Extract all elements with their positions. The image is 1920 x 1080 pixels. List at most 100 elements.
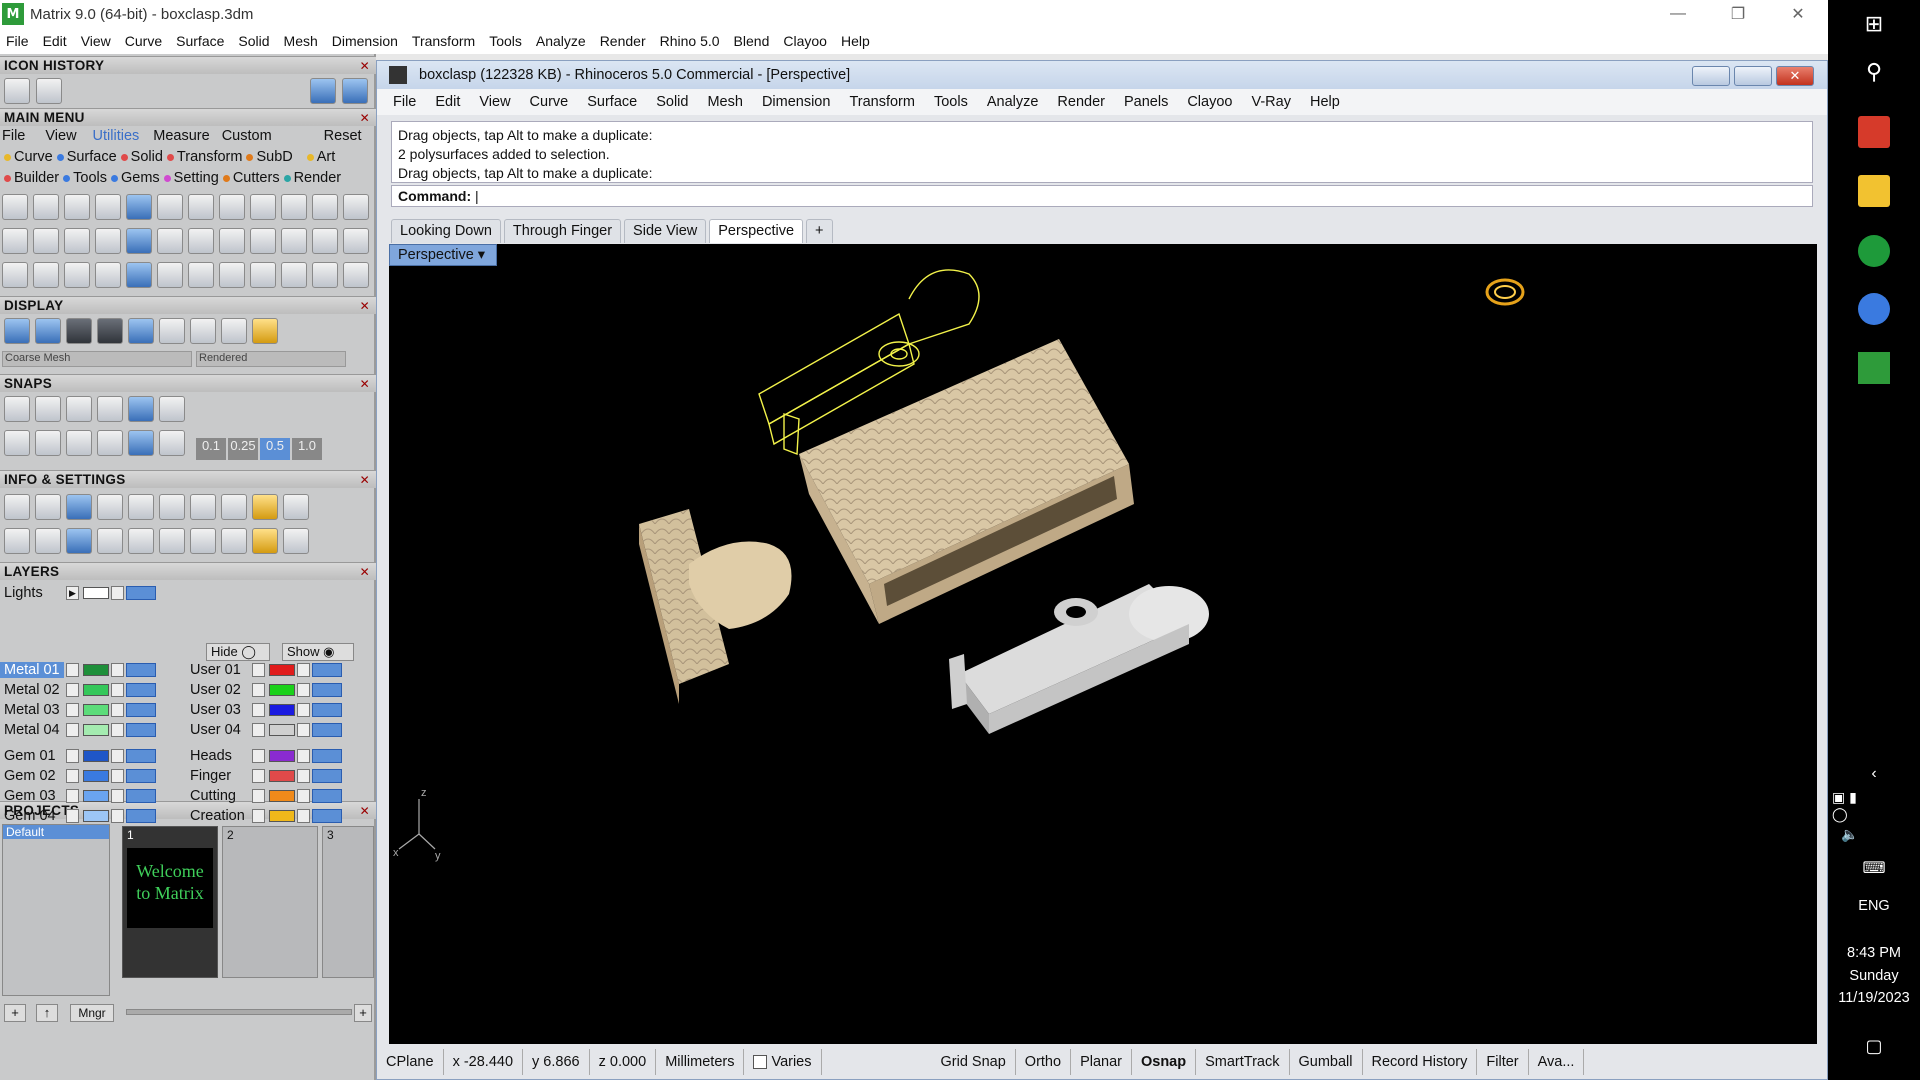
lock-icon[interactable] <box>297 789 310 803</box>
status-y-6-866[interactable]: y 6.866 <box>523 1049 590 1075</box>
layer-row[interactable]: User 04 <box>186 721 342 739</box>
layer-color[interactable] <box>269 704 295 716</box>
hinge-bracket-part[interactable] <box>639 509 792 704</box>
display-icon[interactable] <box>97 318 123 344</box>
mm-setting[interactable]: Setting <box>174 170 219 186</box>
tool-icon[interactable] <box>64 194 90 220</box>
mm-cutters[interactable]: Cutters <box>233 170 280 186</box>
play-icon[interactable] <box>252 809 265 823</box>
layer-name[interactable]: User 02 <box>186 682 250 698</box>
snap-icon[interactable] <box>35 430 61 456</box>
layer-name[interactable]: Gem 02 <box>0 768 64 784</box>
layer-row[interactable]: Gem 03 <box>0 787 156 805</box>
layer-row[interactable]: Gem 01 <box>0 747 156 765</box>
layer-visibility[interactable] <box>126 703 156 717</box>
settings-icon[interactable] <box>159 528 185 554</box>
layer-visibility[interactable] <box>126 789 156 803</box>
play-icon[interactable] <box>66 723 79 737</box>
keyboard-icon[interactable]: ⌨ <box>1858 852 1890 884</box>
display-mode-select[interactable]: Rendered <box>196 351 346 367</box>
rhino-menu-view[interactable]: View <box>479 94 510 110</box>
rhino-menu-clayoo[interactable]: Clayoo <box>1187 94 1232 110</box>
display-icon[interactable] <box>252 318 278 344</box>
settings-icon[interactable] <box>66 494 92 520</box>
mm-tab-file[interactable]: File <box>2 128 25 144</box>
display-icon[interactable] <box>128 318 154 344</box>
close-icon[interactable]: ✕ <box>360 57 370 75</box>
snap-value-1[interactable]: 0.25 <box>228 438 258 460</box>
lock-icon[interactable] <box>297 703 310 717</box>
tool-icon[interactable] <box>33 262 59 288</box>
layer-name[interactable]: Heads <box>186 748 250 764</box>
add-slot-icon[interactable]: + <box>354 1004 372 1022</box>
lock-icon[interactable] <box>111 723 124 737</box>
layer-color[interactable] <box>269 770 295 782</box>
layer-name[interactable]: User 04 <box>186 722 250 738</box>
lock-icon[interactable] <box>111 769 124 783</box>
layer-name[interactable]: Gem 03 <box>0 788 64 804</box>
arrow-right-icon[interactable] <box>342 78 368 104</box>
lock-icon[interactable] <box>297 769 310 783</box>
layer-row[interactable]: User 02 <box>186 681 342 699</box>
history-grid-icon[interactable] <box>4 78 30 104</box>
layer-color[interactable] <box>83 724 109 736</box>
tool-icon[interactable] <box>250 262 276 288</box>
play-icon[interactable] <box>252 769 265 783</box>
menu-render[interactable]: Render <box>600 33 646 49</box>
close-icon[interactable]: ✕ <box>360 471 370 489</box>
tool-icon[interactable] <box>33 228 59 254</box>
tool-icon[interactable] <box>33 194 59 220</box>
settings-icon[interactable] <box>35 528 61 554</box>
menu-edit[interactable]: Edit <box>43 33 67 49</box>
tab-side-view[interactable]: Side View <box>624 219 707 243</box>
box-body-part[interactable] <box>799 339 1134 624</box>
layer-row[interactable]: User 01 <box>186 661 342 679</box>
layer-visibility[interactable] <box>126 809 156 823</box>
layer-color[interactable] <box>269 664 295 676</box>
tab-looking-down[interactable]: Looking Down <box>391 219 501 243</box>
tool-icon[interactable] <box>312 262 338 288</box>
layer-lights[interactable]: Lights <box>0 585 64 601</box>
language-indicator[interactable]: ENG <box>1828 898 1920 914</box>
layer-color[interactable] <box>83 684 109 696</box>
layer-visibility[interactable] <box>126 586 156 600</box>
layer-color[interactable] <box>269 684 295 696</box>
tool-icon[interactable] <box>343 194 369 220</box>
lever-part[interactable] <box>949 584 1209 734</box>
rhino-menu-panels[interactable]: Panels <box>1124 94 1168 110</box>
chevron-left-icon[interactable]: ‹ <box>1858 758 1890 790</box>
layer-row[interactable]: Metal 03 <box>0 701 156 719</box>
settings-icon[interactable] <box>283 494 309 520</box>
layer-visibility[interactable] <box>126 769 156 783</box>
layer-visibility[interactable] <box>312 723 342 737</box>
layer-name[interactable]: Metal 04 <box>0 722 64 738</box>
layer-row[interactable]: User 03 <box>186 701 342 719</box>
volume-icon[interactable]: 🔈 <box>1834 818 1866 850</box>
file-explorer-icon[interactable] <box>1858 175 1890 207</box>
rhino-menu-curve[interactable]: Curve <box>530 94 569 110</box>
rhino-restore-button[interactable] <box>1734 66 1772 86</box>
tool-icon[interactable] <box>157 262 183 288</box>
snap-icon[interactable] <box>66 430 92 456</box>
layer-visibility[interactable] <box>312 749 342 763</box>
play-icon[interactable] <box>252 683 265 697</box>
tab-through-finger[interactable]: Through Finger <box>503 219 622 243</box>
layer-name[interactable]: Metal 02 <box>0 682 64 698</box>
lock-icon[interactable] <box>111 809 124 823</box>
layer-row[interactable]: Metal 02 <box>0 681 156 699</box>
layer-name[interactable]: Gem 01 <box>0 748 64 764</box>
play-icon[interactable] <box>252 789 265 803</box>
tool-icon[interactable] <box>126 262 152 288</box>
layer-name[interactable]: Metal 01 <box>0 662 64 678</box>
layer-visibility[interactable] <box>312 663 342 677</box>
tool-icon[interactable] <box>281 194 307 220</box>
display-icon[interactable] <box>159 318 185 344</box>
status-osnap[interactable]: Osnap <box>1132 1049 1197 1075</box>
hide-button[interactable]: Hide ◯ <box>206 643 270 661</box>
tool-icon[interactable] <box>2 194 28 220</box>
status-gumball[interactable]: Gumball <box>1290 1049 1363 1075</box>
layer-color[interactable] <box>83 750 109 762</box>
settings-icon[interactable] <box>283 528 309 554</box>
layer-visibility[interactable] <box>312 703 342 717</box>
menu-view[interactable]: View <box>81 33 111 49</box>
